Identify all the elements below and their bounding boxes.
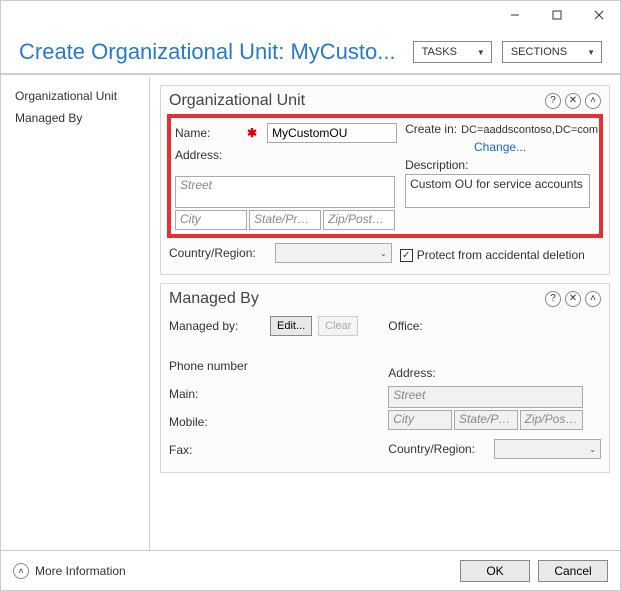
managed-street-input[interactable]: Street — [388, 386, 583, 408]
managed-address-label: Address: — [388, 366, 435, 380]
clear-button[interactable]: Clear — [318, 316, 358, 336]
window-close-button[interactable] — [578, 1, 620, 29]
phone-heading: Phone number — [169, 359, 264, 373]
chevron-down-icon: ⌄ — [589, 445, 596, 454]
fax-label: Fax: — [169, 443, 264, 457]
office-label: Office: — [388, 319, 422, 333]
protect-label: Protect from accidental deletion — [417, 248, 585, 262]
help-icon[interactable]: ? — [545, 93, 561, 109]
managed-state-input[interactable]: State/Pro... — [454, 410, 518, 430]
tasks-label: TASKS — [422, 46, 457, 58]
country-select[interactable]: ⌄ — [275, 243, 392, 263]
chevron-down-icon: ▼ — [587, 48, 595, 57]
sections-label: SECTIONS — [511, 46, 567, 58]
window-maximize-button[interactable] — [536, 1, 578, 29]
name-label: Name: — [175, 126, 237, 140]
page-title: Create Organizational Unit: MyCusto... — [19, 39, 403, 65]
managedby-label: Managed by: — [169, 319, 264, 333]
address-label: Address: — [175, 148, 237, 162]
managed-country-label: Country/Region: — [388, 442, 488, 456]
createin-label: Create in: — [405, 122, 457, 136]
description-label: Description: — [405, 158, 595, 172]
more-information-link[interactable]: More Information — [35, 564, 126, 578]
name-input[interactable] — [267, 123, 397, 143]
close-panel-icon[interactable]: ✕ — [565, 291, 581, 307]
mobile-phone-label: Mobile: — [169, 415, 264, 429]
expand-icon[interactable]: ˄ — [13, 563, 29, 579]
description-input[interactable]: Custom OU for service accounts — [405, 174, 590, 208]
window-minimize-button[interactable] — [494, 1, 536, 29]
state-input[interactable]: State/Provi... — [249, 210, 321, 230]
sections-dropdown[interactable]: SECTIONS ▼ — [502, 41, 602, 63]
managed-country-select[interactable]: ⌄ — [494, 439, 601, 459]
managedby-panel-title: Managed By — [169, 290, 545, 308]
collapse-icon[interactable]: ˄ — [585, 291, 601, 307]
chevron-down-icon: ⌄ — [380, 249, 387, 258]
required-asterisk-icon: ✱ — [243, 126, 261, 140]
createin-value: DC=aaddscontoso,DC=com — [461, 124, 598, 136]
protect-checkbox[interactable]: ✓ — [400, 249, 413, 262]
edit-button[interactable]: Edit... — [270, 316, 312, 336]
city-input[interactable]: City — [175, 210, 247, 230]
managed-zip-input[interactable]: Zip/Postal... — [520, 410, 584, 430]
ok-button[interactable]: OK — [460, 560, 530, 582]
change-link[interactable]: Change... — [474, 140, 526, 154]
ou-panel-title: Organizational Unit — [169, 92, 545, 110]
country-label: Country/Region: — [169, 246, 269, 260]
chevron-down-icon: ▼ — [477, 48, 485, 57]
help-icon[interactable]: ? — [545, 291, 561, 307]
sidebar-item-organizational-unit[interactable]: Organizational Unit — [1, 85, 149, 107]
cancel-button[interactable]: Cancel — [538, 560, 608, 582]
zip-input[interactable]: Zip/Postal c... — [323, 210, 395, 230]
sidebar-item-managed-by[interactable]: Managed By — [1, 107, 149, 129]
close-panel-icon[interactable]: ✕ — [565, 93, 581, 109]
managed-city-input[interactable]: City — [388, 410, 452, 430]
collapse-icon[interactable]: ˄ — [585, 93, 601, 109]
main-phone-label: Main: — [169, 387, 264, 401]
street-input[interactable]: Street — [175, 176, 395, 208]
tasks-dropdown[interactable]: TASKS ▼ — [413, 41, 492, 63]
